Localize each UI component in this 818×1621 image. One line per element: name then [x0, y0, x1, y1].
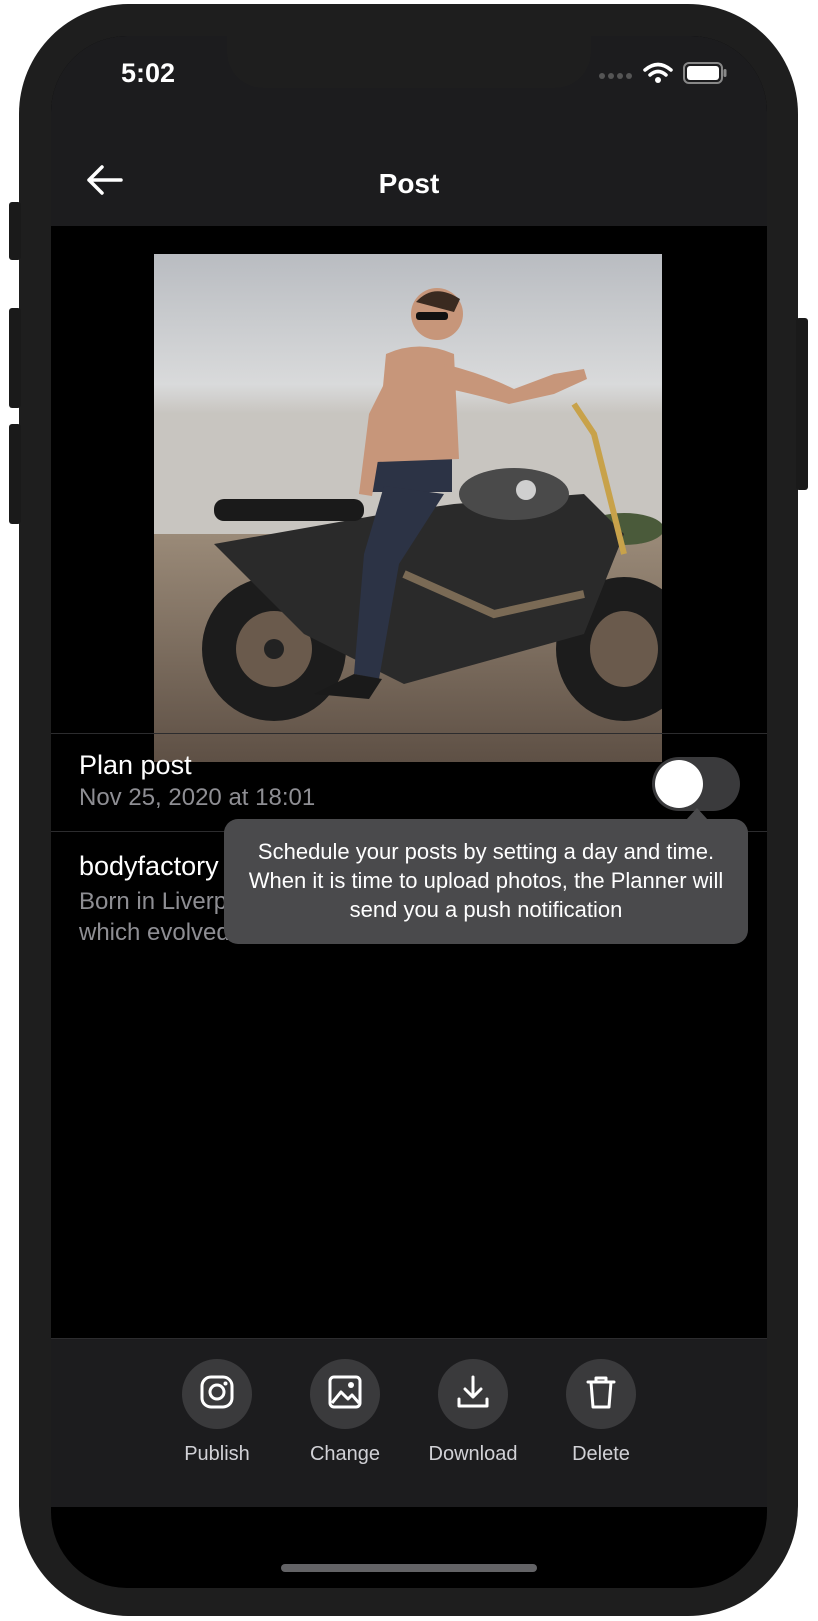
volume-up-button — [9, 308, 21, 408]
schedule-tooltip: Schedule your posts by setting a day and… — [224, 808, 748, 944]
notch — [227, 36, 591, 88]
signal-icon — [599, 67, 633, 85]
publish-button-circle — [182, 1359, 252, 1429]
volume-down-button — [9, 424, 21, 524]
image-icon — [327, 1374, 363, 1415]
publish-label: Publish — [184, 1443, 250, 1465]
mute-switch — [9, 202, 21, 260]
post-photo[interactable] — [154, 254, 662, 762]
tooltip-text: Schedule your posts by setting a day and… — [248, 839, 724, 922]
plan-post-toggle[interactable] — [652, 757, 740, 811]
download-button[interactable]: Download — [429, 1359, 517, 1466]
bottom-action-bar: Publish Change Download Delete — [51, 1338, 767, 1507]
wifi-icon — [643, 62, 673, 89]
download-icon — [455, 1374, 491, 1415]
screen: 5:02 Post Plan post Nov 25, 2020 at 18:0… — [51, 36, 767, 1588]
navigation-bar: Post — [51, 116, 767, 227]
change-button[interactable]: Change — [310, 1359, 380, 1466]
publish-button[interactable]: Publish — [182, 1359, 252, 1466]
media-area — [51, 226, 767, 795]
status-time: 5:02 — [121, 58, 176, 88]
toggle-knob — [655, 760, 703, 808]
change-button-circle — [310, 1359, 380, 1429]
tooltip-arrow — [686, 808, 708, 820]
instagram-icon — [199, 1374, 235, 1415]
download-button-circle — [438, 1359, 508, 1429]
battery-icon — [683, 62, 727, 89]
download-label: Download — [428, 1443, 518, 1465]
action-buttons: Publish Change Download Delete — [51, 1359, 767, 1466]
status-icons — [599, 62, 727, 89]
change-label: Change — [309, 1443, 381, 1465]
page-title: Post — [378, 168, 440, 199]
plan-post-date[interactable]: Nov 25, 2020 at 18:01 — [79, 784, 315, 812]
plan-post-title: Plan post — [79, 750, 192, 780]
delete-button[interactable]: Delete — [566, 1359, 636, 1466]
caption-username: bodyfactory — [79, 851, 219, 881]
home-indicator — [281, 1564, 537, 1572]
power-button — [796, 318, 808, 490]
trash-icon — [583, 1374, 619, 1415]
delete-button-circle — [566, 1359, 636, 1429]
divider — [51, 733, 767, 734]
delete-label: Delete — [572, 1443, 630, 1465]
